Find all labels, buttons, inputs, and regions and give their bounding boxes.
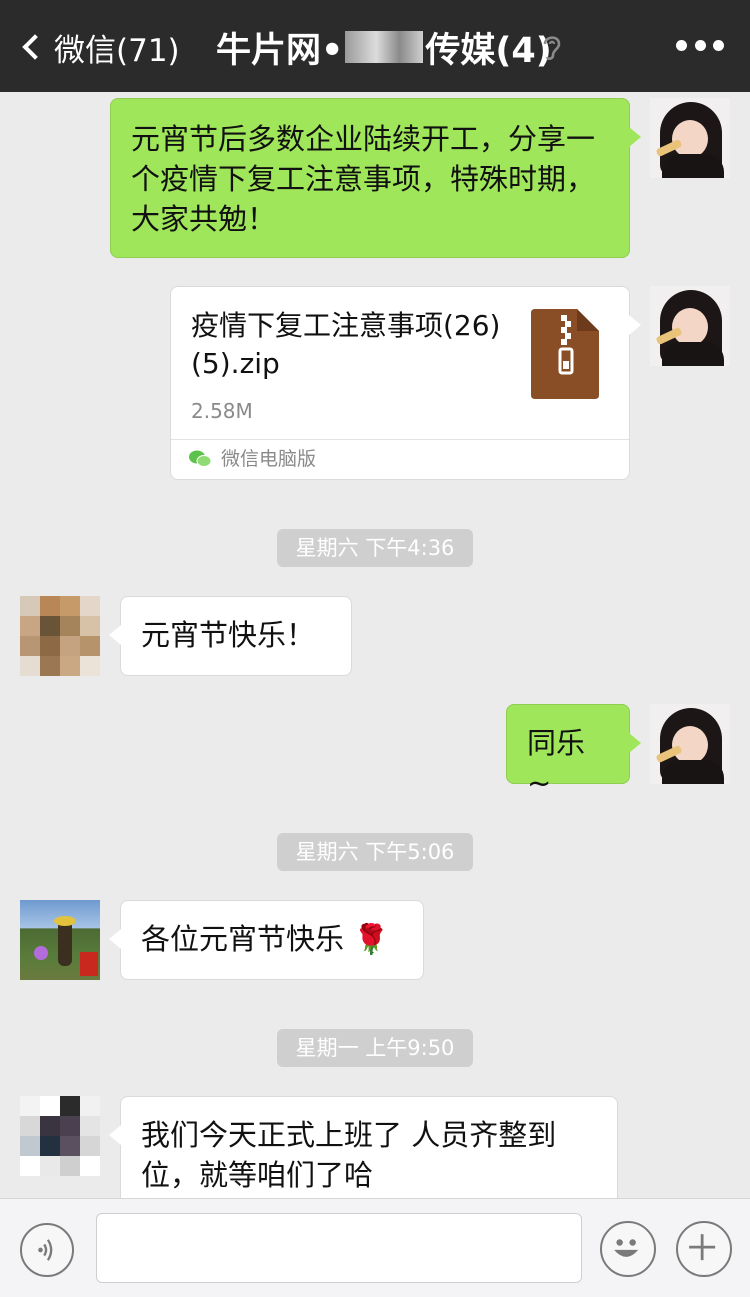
file-source-footer: 微信电脑版: [171, 439, 629, 477]
avatar[interactable]: [20, 900, 100, 980]
chat-title-prefix: 牛片网•: [216, 30, 344, 71]
emoji-icon: [614, 1239, 639, 1257]
avatar[interactable]: [20, 596, 100, 676]
chat-title-suffix: 传媒(4): [425, 30, 552, 71]
file-size: 2.58M: [191, 399, 253, 423]
avatar[interactable]: [20, 1096, 100, 1176]
file-source-label: 微信电脑版: [221, 447, 317, 470]
timestamp: 星期六 下午5:06: [277, 833, 473, 871]
message-text: 元宵节后多数企业陆续开工，分享一个疫情下复工注意事项，特殊时期，大家共勉！: [131, 122, 596, 236]
message-bubble-other[interactable]: 各位元宵节快乐 🌹: [109, 900, 424, 980]
timestamp: 星期一 上午9:50: [277, 1029, 473, 1067]
back-label: 微信(71): [54, 32, 180, 69]
more-dots-icon[interactable]: [676, 40, 724, 54]
voice-icon: [38, 1239, 53, 1261]
message-bubble-other[interactable]: 元宵节快乐！: [109, 596, 352, 676]
timestamp: 星期六 下午4:36: [277, 529, 473, 567]
message-text: 同乐~: [527, 726, 586, 800]
chevron-left-icon: [22, 34, 48, 60]
input-bar: [0, 1198, 750, 1297]
avatar[interactable]: [650, 286, 730, 366]
wechat-logo-icon: [189, 450, 211, 467]
emoji-button[interactable]: [600, 1221, 656, 1277]
message-text: 元宵节快乐！: [141, 618, 316, 652]
message-text: 我们今天正式上班了 人员齐整到位，就等咱们了哈: [141, 1118, 557, 1192]
back-button[interactable]: 微信(71): [18, 26, 180, 69]
message-bubble-self[interactable]: 元宵节后多数企业陆续开工，分享一个疫情下复工注意事项，特殊时期，大家共勉！: [110, 98, 641, 258]
voice-button[interactable]: [20, 1223, 74, 1277]
redacted-blur: [345, 31, 424, 63]
plus-button[interactable]: [676, 1221, 732, 1277]
ear-icon: [543, 36, 561, 61]
avatar[interactable]: [650, 98, 730, 178]
file-name: 疫情下复工注意事项(26)(5).zip: [191, 309, 501, 380]
file-message-card[interactable]: 疫情下复工注意事项(26)(5).zip 2.58M 微信电脑版: [170, 286, 641, 480]
plus-icon: [689, 1234, 716, 1261]
avatar[interactable]: [650, 704, 730, 784]
message-text: 各位元宵节快乐: [141, 922, 345, 956]
rose-emoji: 🌹: [353, 922, 390, 956]
zip-file-icon: [531, 309, 599, 399]
chat-header: 微信(71) 牛片网• 传媒(4): [0, 0, 750, 92]
chat-title[interactable]: 牛片网• 传媒(4): [216, 24, 552, 71]
message-input[interactable]: [96, 1213, 582, 1283]
message-bubble-self[interactable]: 同乐~: [506, 704, 641, 800]
